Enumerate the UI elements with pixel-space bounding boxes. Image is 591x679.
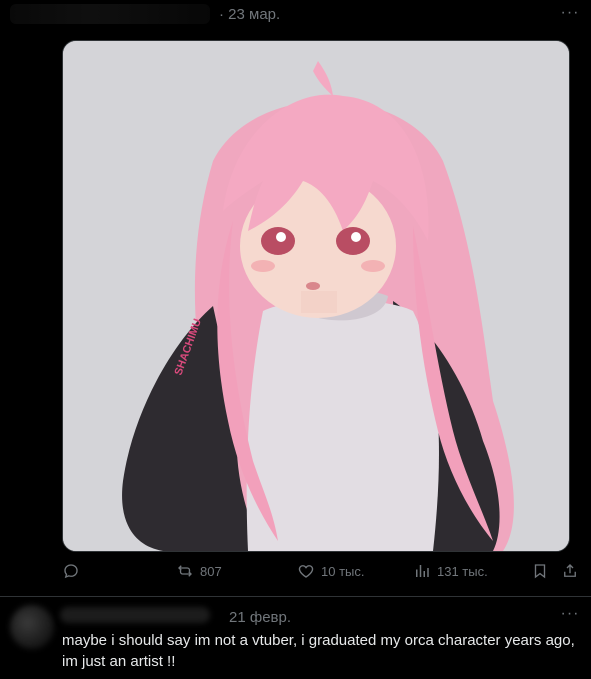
bookmark-button[interactable]	[531, 562, 549, 580]
share-button[interactable]	[561, 562, 579, 580]
post-more-button[interactable]: ···	[559, 4, 581, 24]
reply-author-redacted	[60, 607, 210, 623]
illustration: SHACHIMU	[63, 41, 569, 551]
reply-button[interactable]	[62, 562, 86, 580]
views-button[interactable]: 131 тыс.	[413, 562, 488, 580]
reply-text: maybe i should say im not a vtuber, i gr…	[62, 632, 575, 670]
share-icon	[564, 564, 576, 577]
post: · 23 мар. ··· SHACHIMU 807 10 тыс. 131 т…	[0, 0, 591, 596]
reply-more-button[interactable]: ···	[559, 606, 581, 625]
views-icon	[416, 565, 429, 577]
post-header: · 23 мар. ···	[0, 0, 591, 32]
reply-timestamp[interactable]: 21 февр.	[229, 609, 291, 626]
reply-post[interactable]: 21 февр. ··· maybe i should say im not a…	[0, 597, 591, 679]
like-count: 10 тыс.	[321, 563, 365, 579]
repost-button[interactable]: 807	[176, 562, 222, 580]
bookmark-icon	[534, 564, 546, 579]
author-name-redacted	[10, 4, 210, 24]
like-button[interactable]: 10 тыс.	[297, 562, 364, 580]
like-icon	[298, 565, 314, 578]
post-timestamp[interactable]: · 23 мар.	[219, 6, 280, 23]
repost-icon	[178, 565, 192, 577]
reply-icon	[64, 564, 78, 579]
post-actions: 807 10 тыс. 131 тыс.	[0, 558, 591, 588]
repost-count: 807	[200, 563, 222, 579]
avatar[interactable]	[10, 605, 54, 649]
views-count: 131 тыс.	[437, 563, 488, 579]
post-image[interactable]: SHACHIMU	[62, 40, 570, 552]
